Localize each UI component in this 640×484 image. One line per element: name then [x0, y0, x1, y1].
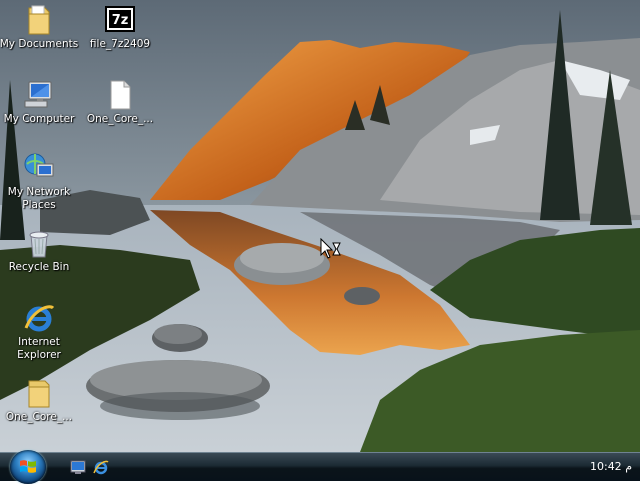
taskbar: 10:42 م	[0, 450, 640, 484]
desktop-icon-label: My Documents	[0, 38, 79, 50]
desktop-icon-label: One_Core_...	[86, 113, 154, 125]
computer-icon	[23, 79, 55, 111]
desktop-icon-internet-explorer[interactable]: Internet Explorer	[0, 302, 81, 362]
desktop-icon-label: My Network Places	[7, 186, 71, 211]
desktop-icon-label: Internet Explorer	[17, 336, 61, 361]
7zip-icon: 7z	[104, 4, 136, 36]
7zip-mark: 7z	[112, 13, 129, 28]
desktop-icon-label: file_7z2409	[89, 38, 151, 50]
blank-file-icon	[104, 79, 136, 111]
ie-icon	[23, 302, 55, 334]
desktop-icon-my-computer[interactable]: My Computer	[0, 79, 81, 126]
desktop-icon-label: Recycle Bin	[8, 261, 70, 273]
folder-icon	[23, 377, 55, 409]
ie-quicklaunch-icon[interactable]	[93, 459, 109, 475]
desktop-icon-recycle-bin[interactable]: Recycle Bin	[0, 227, 81, 274]
desktop-icon-my-documents[interactable]: My Documents	[0, 4, 81, 51]
folder-documents-icon	[23, 4, 55, 36]
desktop-icon-my-network-places[interactable]: My Network Places	[0, 152, 81, 212]
busy-cursor-icon	[320, 238, 341, 259]
desktop-icon-label: My Computer	[3, 113, 75, 125]
desktop-icon-one-core-file[interactable]: One_Core_...	[78, 79, 162, 126]
system-clock[interactable]: 10:42 م	[590, 460, 632, 473]
recycle-bin-icon	[23, 227, 55, 259]
desktop-icon-label: One_Core_...	[5, 411, 73, 423]
desktop-icon-one-core-folder[interactable]: One_Core_...	[0, 377, 81, 424]
wallpaper-image	[0, 0, 640, 452]
desktop-icon-file-7z2409[interactable]: 7z file_7z2409	[78, 4, 162, 51]
start-button[interactable]	[10, 450, 46, 484]
network-icon	[23, 152, 55, 184]
show-desktop-icon[interactable]	[70, 459, 86, 475]
windows-logo-icon	[20, 460, 36, 473]
desktop[interactable]: My Documents 7z file_7z2409 My Computer …	[0, 0, 640, 452]
